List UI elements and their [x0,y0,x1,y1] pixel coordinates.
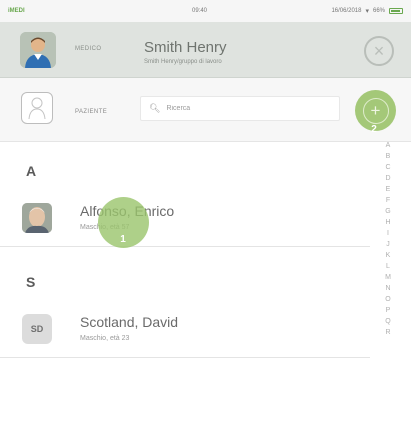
plus-icon: + [362,97,389,124]
alpha-letter[interactable]: H [385,217,390,228]
alpha-letter[interactable]: N [385,283,390,294]
doctor-subtitle: Smith Henry/gruppo di lavoro [144,59,222,65]
patient-label: PAZIENTE [75,109,108,115]
wifi-icon: ▾ [365,8,369,15]
search-box[interactable]: 🔍︎ [140,96,340,121]
patient-list-item[interactable]: SD Scotland, David Maschio, età 23 [0,302,370,358]
callout-2: 2 [371,123,377,135]
patient-details: Maschio, età 23 [80,335,130,342]
alpha-letter[interactable]: Q [385,316,390,327]
alpha-letter[interactable]: E [386,184,391,195]
alpha-letter[interactable]: A [386,140,391,151]
alpha-letter[interactable]: C [385,162,390,173]
alpha-letter[interactable]: L [386,261,390,272]
alpha-letter[interactable]: M [385,272,391,283]
doctor-header: MEDICO Smith Henry Smith Henry/gruppo di… [0,22,411,78]
search-icon: 🔍︎ [149,103,161,113]
patient-name: Scotland, David [80,314,179,330]
alpha-letter[interactable]: D [385,173,390,184]
alpha-letter[interactable]: P [386,305,391,316]
patient-row: PAZIENTE 🔍︎ + [0,78,411,142]
status-bar: iMEDI 09:40 16/06/2018 ▾ 66% [0,0,411,22]
alpha-letter[interactable]: G [385,206,390,217]
doctor-avatar-icon[interactable] [20,32,56,68]
alpha-letter[interactable]: B [386,151,391,162]
status-battery-percent: 66% [372,8,385,14]
status-right: 16/06/2018 ▾ 66% [331,7,403,15]
doctor-role-label: MEDICO [75,46,102,52]
search-input[interactable] [166,105,327,112]
status-carrier: iMEDI [8,8,25,14]
patient-initials-avatar: SD [22,314,52,344]
battery-icon [389,8,403,14]
patient-photo [22,203,52,233]
alpha-letter[interactable]: R [385,327,390,338]
alphabet-index[interactable]: A B C D E F G H I J K L M N O P Q R [380,140,396,442]
alpha-letter[interactable]: J [386,239,390,250]
status-time: 09:40 [192,8,208,14]
alpha-letter[interactable]: K [386,250,391,261]
section-header-s: S [26,274,36,290]
patient-list-item[interactable]: Alfonso, Enrico Maschio, età 57 [0,191,370,247]
callout-1: 1 [120,233,126,245]
close-button[interactable]: × [364,36,394,66]
doctor-name: Smith Henry [144,39,227,56]
close-icon: × [373,41,385,61]
section-header-a: A [26,163,37,179]
alpha-letter[interactable]: O [385,294,390,305]
alpha-letter[interactable]: I [387,228,389,239]
alpha-letter[interactable]: F [386,195,390,206]
person-silhouette-icon [21,92,53,124]
status-date: 16/06/2018 [331,8,362,14]
